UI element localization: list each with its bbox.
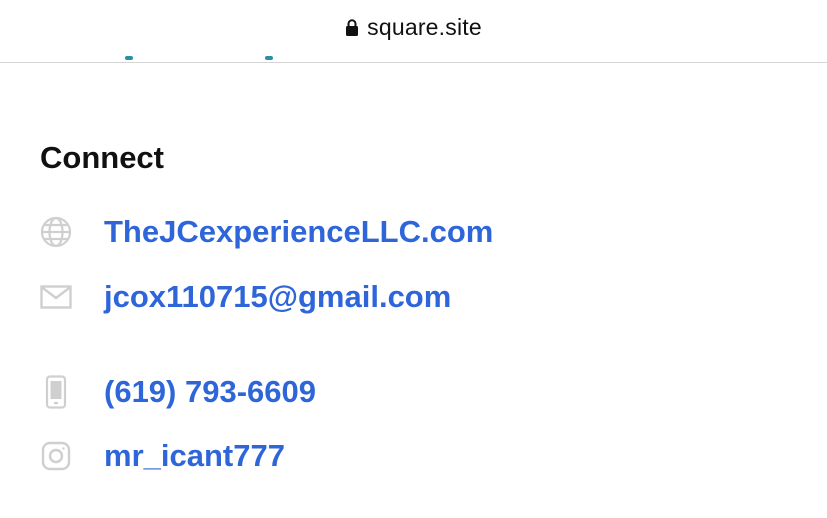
contact-phone-row[interactable]: (619) 793-6609 xyxy=(40,372,316,412)
address-display[interactable]: square.site xyxy=(345,14,482,41)
website-link[interactable]: TheJCexperienceLLC.com xyxy=(104,214,493,250)
contact-website-row[interactable]: TheJCexperienceLLC.com xyxy=(40,212,493,252)
connect-heading: Connect xyxy=(40,140,164,175)
globe-icon xyxy=(40,216,72,248)
phone-link[interactable]: (619) 793-6609 xyxy=(104,374,316,410)
cutoff-content xyxy=(105,56,285,62)
instagram-icon xyxy=(40,440,72,472)
lock-icon xyxy=(346,18,359,36)
email-link[interactable]: jcox110715@gmail.com xyxy=(104,279,451,315)
address-text: square.site xyxy=(367,13,482,40)
phone-icon xyxy=(40,375,72,409)
contact-email-row[interactable]: jcox110715@gmail.com xyxy=(40,277,451,317)
browser-address-bar[interactable]: square.site xyxy=(0,0,827,63)
instagram-link[interactable]: mr_icant777 xyxy=(104,438,285,474)
envelope-icon xyxy=(40,281,72,313)
contact-instagram-row[interactable]: mr_icant777 xyxy=(40,436,285,476)
